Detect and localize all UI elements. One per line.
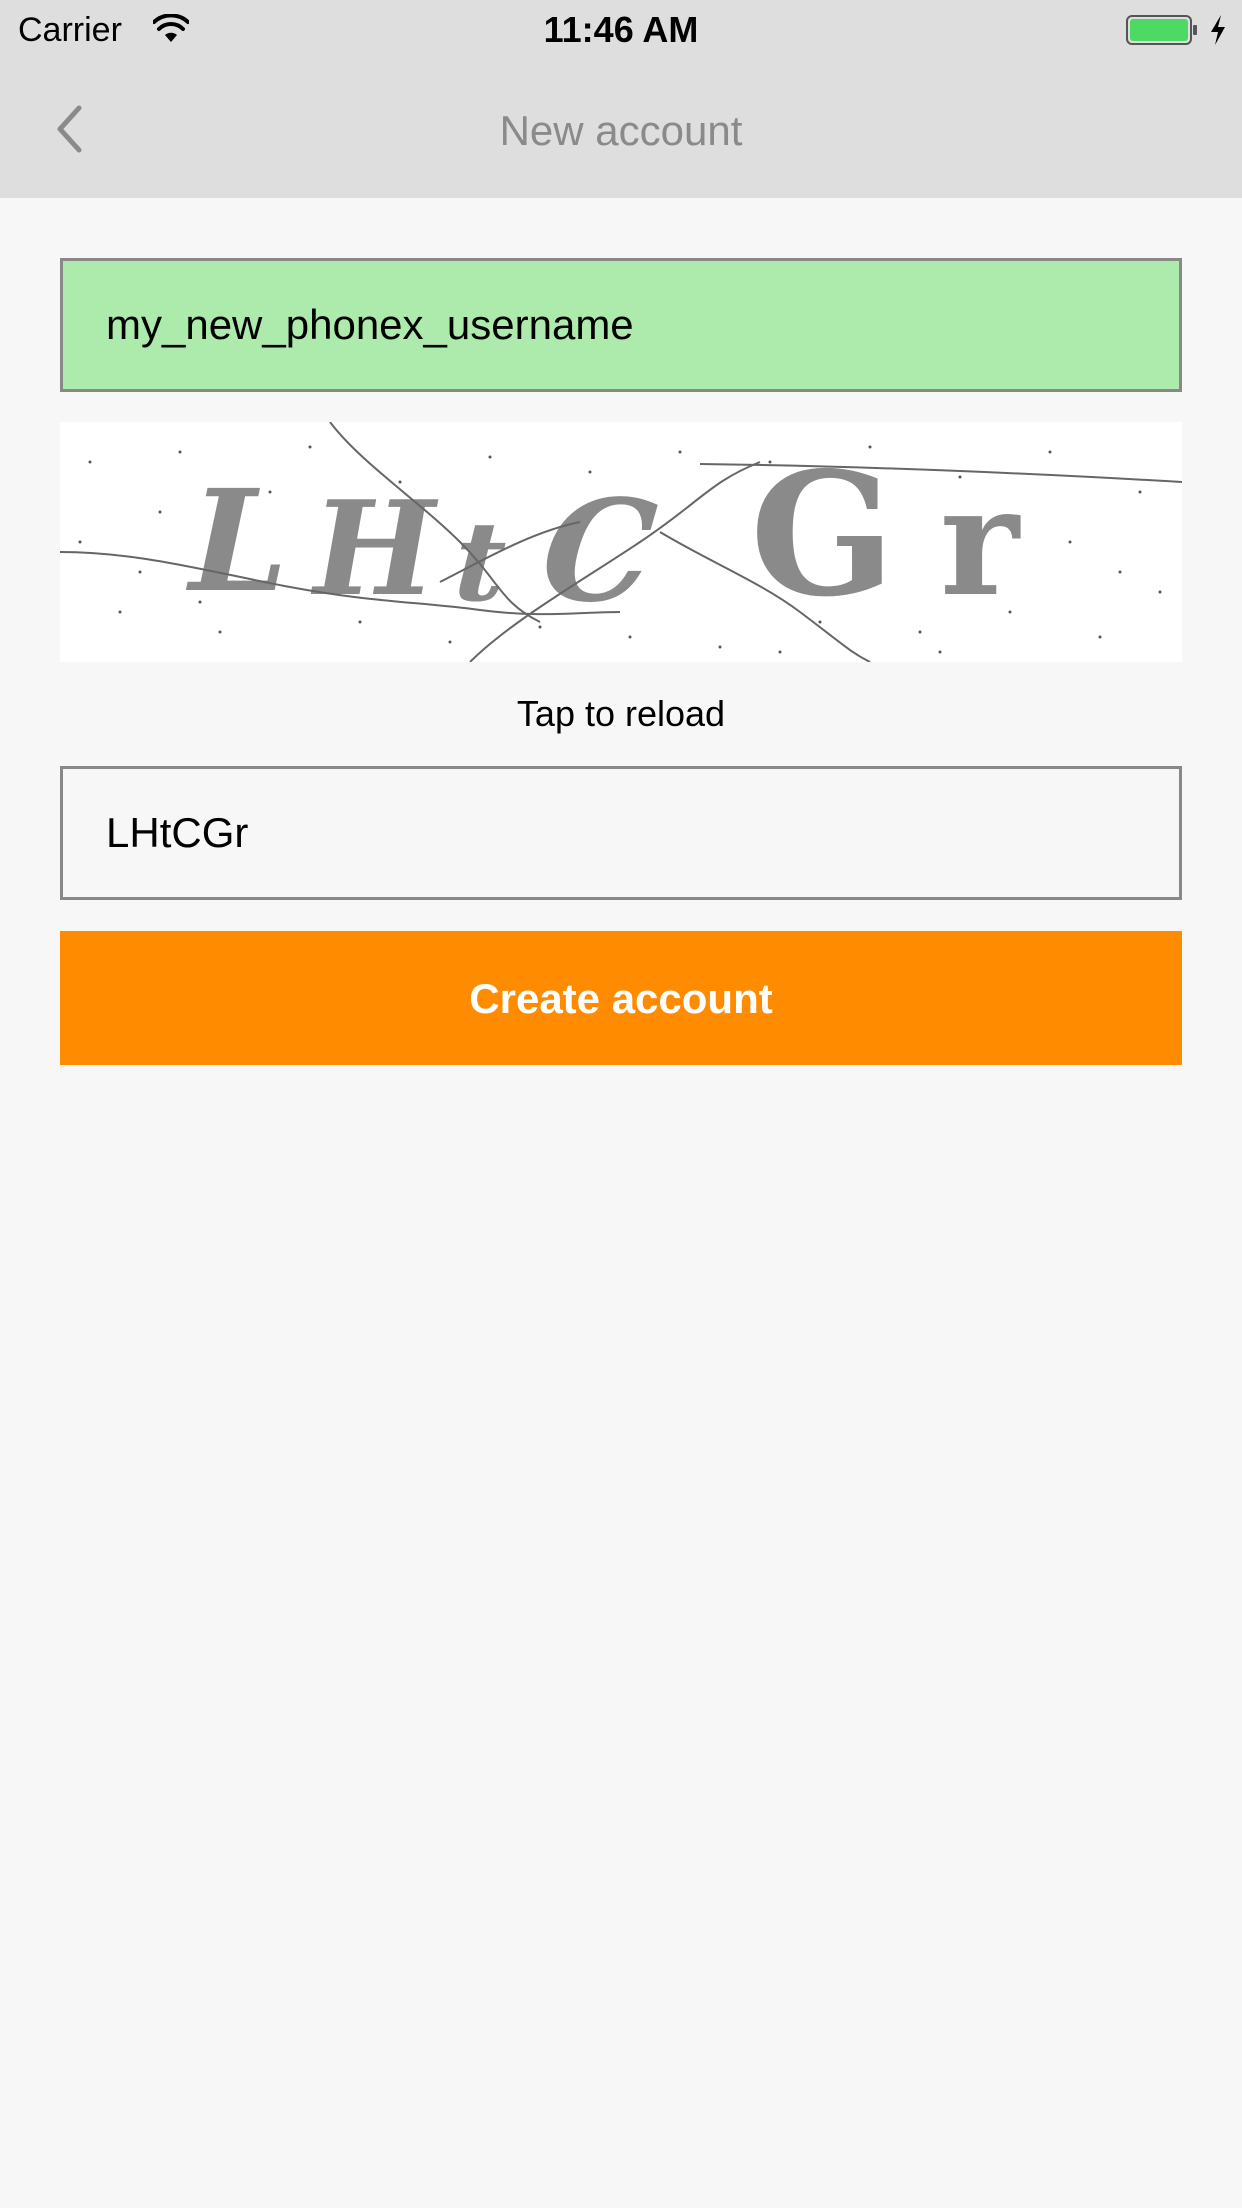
status-bar: Carrier 11:46 AM: [0, 0, 1242, 60]
username-input[interactable]: [63, 261, 1179, 389]
svg-text:r: r: [940, 454, 1021, 630]
reload-label[interactable]: Tap to reload: [0, 692, 1242, 736]
battery-icon: [1126, 15, 1197, 45]
status-time: 11:46 AM: [543, 9, 699, 50]
create-account-button[interactable]: Create account: [60, 931, 1182, 1065]
svg-text:C: C: [519, 469, 678, 634]
captcha-image[interactable]: L H t C G r: [60, 422, 1182, 662]
charging-icon: [1211, 15, 1225, 45]
page-title: New account: [499, 107, 743, 154]
svg-text:H: H: [299, 472, 449, 625]
captcha-input[interactable]: [63, 769, 1179, 897]
captcha-graphic: L H t C G r: [60, 422, 1182, 662]
nav-bar: New account: [0, 60, 1242, 198]
username-field[interactable]: [60, 258, 1182, 392]
captcha-field[interactable]: [60, 766, 1182, 900]
svg-text:L: L: [172, 459, 305, 623]
